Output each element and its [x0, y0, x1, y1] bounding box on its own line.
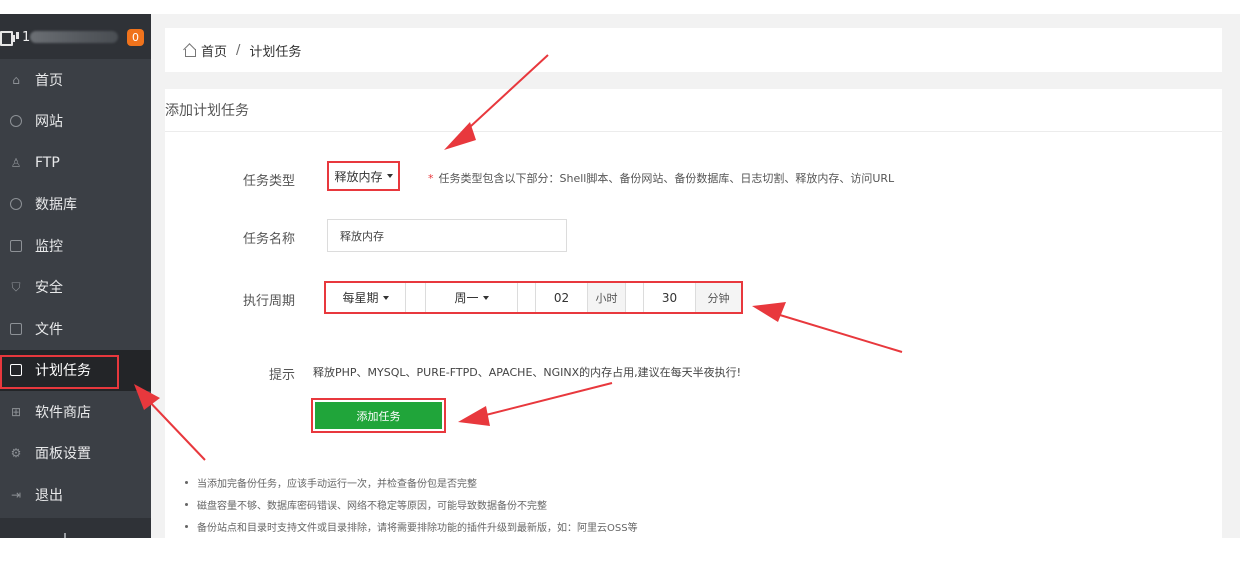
chevron-down-icon [382, 295, 389, 300]
sidebar-item-label: 首页 [35, 72, 63, 89]
globe-icon [10, 115, 22, 128]
hour-input[interactable]: 02 [536, 283, 588, 312]
sidebar-item-label: 退出 [35, 487, 63, 504]
weekday-select[interactable]: 周一 [426, 283, 518, 312]
sidebar-item-label: 文件 [35, 321, 63, 338]
sidebar-item-website[interactable]: 网站 [0, 101, 151, 143]
breadcrumb: 首页 / 计划任务 [165, 28, 1222, 72]
sidebar-item-security[interactable]: ⛉ 安全 [0, 267, 151, 309]
period-spacer [518, 283, 536, 312]
sidebar-highlight [0, 355, 119, 389]
cycle-select[interactable]: 每星期 [326, 283, 406, 312]
period-label: 执行周期 [242, 294, 295, 309]
main-content: 首页 / 计划任务 添加计划任务 任务类型 释放内存 * 任务类型包含以下部分：S… [151, 14, 1240, 538]
period-group: 每星期 周一 02 小时 30 分钟 [324, 281, 743, 314]
task-type-note: * 任务类型包含以下部分：Shell脚本、备份网站、备份数据库、日志切割、释放内存… [428, 172, 895, 185]
task-name-label: 任务名称 [242, 232, 295, 247]
task-type-label: 任务类型 [242, 174, 295, 189]
server-info[interactable]: 1 0 [0, 14, 151, 59]
period-spacer [406, 283, 426, 312]
sidebar-item-ftp[interactable]: ♙ FTP [0, 142, 151, 184]
period-spacer [626, 283, 644, 312]
hour-unit: 小时 [588, 283, 626, 312]
breadcrumb-separator: / [236, 42, 241, 58]
sidebar-item-store[interactable]: ⊞ 软件商店 [0, 391, 151, 433]
home-icon [183, 44, 196, 57]
list-item: 备份站点和目录时支持文件或目录排除，请将需要排除功能的插件升级到最新版，如：阿里… [185, 515, 638, 537]
chevron-down-icon [482, 295, 489, 300]
sidebar-item-label: 安全 [35, 280, 63, 297]
tip-label: 提示 [269, 368, 296, 383]
app-root: 1 0 ⌂ 首页 网站 ♙ FTP 数据库 监控 ⛉ 安全 文件 计划任务 ⊞ … [0, 0, 1240, 562]
sidebar-item-label: 面板设置 [35, 446, 91, 463]
sidebar-item-monitor[interactable]: 监控 [0, 225, 151, 267]
list-item: 当添加完备份任务，应该手动运行一次，并检查备份包是否完整 [185, 471, 638, 493]
logout-icon: ⇥ [10, 487, 22, 502]
add-task-button[interactable]: 添加任务 [315, 402, 442, 429]
chevron-down-icon [386, 174, 393, 178]
sidebar-footer [0, 518, 151, 538]
home-icon: ⌂ [12, 72, 20, 87]
sidebar-item-label: 数据库 [35, 197, 77, 214]
sidebar: 1 0 ⌂ 首页 网站 ♙ FTP 数据库 监控 ⛉ 安全 文件 计划任务 ⊞ … [0, 14, 151, 538]
server-icon [0, 30, 20, 46]
sidebar-item-files[interactable]: 文件 [0, 308, 151, 350]
folder-icon [10, 322, 22, 335]
database-icon [10, 198, 22, 211]
breadcrumb-home-link[interactable]: 首页 [201, 41, 227, 60]
monitor-icon [10, 239, 22, 252]
task-type-select[interactable]: 释放内存 [327, 161, 400, 191]
sidebar-item-label: 网站 [35, 114, 63, 131]
sidebar-item-settings[interactable]: ⚙ 面板设置 [0, 433, 151, 475]
sidebar-item-label: FTP [35, 154, 60, 171]
server-ip: 1 [22, 30, 118, 45]
sidebar-item-logout[interactable]: ⇥ 退出 [0, 474, 151, 516]
notification-badge[interactable]: 0 [127, 29, 144, 46]
user-icon: ♙ [10, 155, 22, 170]
breadcrumb-current: 计划任务 [249, 44, 302, 60]
sidebar-item-label: 软件商店 [35, 404, 91, 421]
grid-icon: ⊞ [10, 404, 22, 419]
gear-icon: ⚙ [10, 446, 22, 461]
notes-list: 当添加完备份任务，应该手动运行一次，并检查备份包是否完整 磁盘容量不够、数据库密… [185, 471, 638, 537]
shield-icon: ⛉ [11, 279, 21, 294]
minute-input[interactable]: 30 [644, 283, 696, 312]
sidebar-item-database[interactable]: 数据库 [0, 184, 151, 226]
panel-title: 添加计划任务 [165, 89, 1222, 132]
sidebar-menu: ⌂ 首页 网站 ♙ FTP 数据库 监控 ⛉ 安全 文件 计划任务 ⊞ 软件商店… [0, 59, 151, 516]
task-name-input[interactable]: 释放内存 [327, 219, 567, 252]
sidebar-item-label: 监控 [35, 238, 63, 255]
tip-text: 释放PHP、MYSQL、PURE-FTPD、APACHE、NGINX的内存占用,… [313, 366, 742, 379]
add-cron-panel: 添加计划任务 任务类型 释放内存 * 任务类型包含以下部分：Shell脚本、备份网… [165, 89, 1222, 538]
minute-unit: 分钟 [696, 283, 741, 312]
list-item: 磁盘容量不够、数据库密码错误、网络不稳定等原因，可能导致数据备份不完整 [185, 493, 638, 515]
submit-highlight: 添加任务 [311, 398, 446, 433]
sidebar-item-home[interactable]: ⌂ 首页 [0, 59, 151, 101]
